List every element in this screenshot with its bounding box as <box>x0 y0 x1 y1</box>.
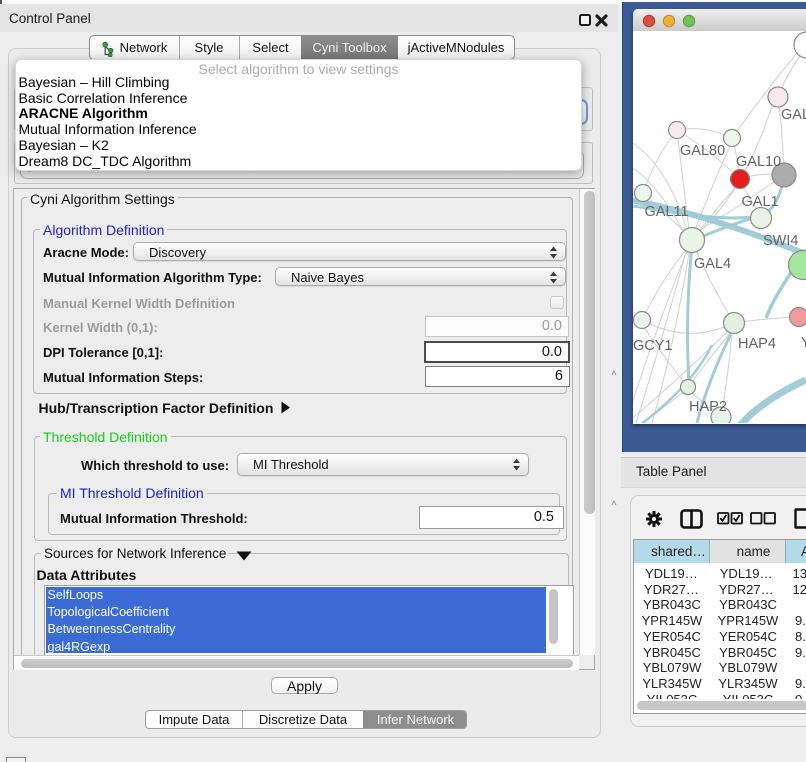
svg-text:GAL1: GAL1 <box>742 194 779 210</box>
svg-text:HAP2: HAP2 <box>689 399 727 415</box>
svg-text:SWI4: SWI4 <box>763 233 798 249</box>
svg-text:GAL80: GAL80 <box>680 143 725 159</box>
svg-text:YP: YP <box>801 335 806 351</box>
svg-text:GAL10: GAL10 <box>736 154 781 170</box>
svg-text:GCY1: GCY1 <box>633 338 673 354</box>
svg-text:GAL4: GAL4 <box>694 256 731 272</box>
svg-text:GAL7: GAL7 <box>781 107 806 123</box>
svg-text:GAL11: GAL11 <box>645 204 689 220</box>
svg-text:HAP4: HAP4 <box>738 336 776 352</box>
